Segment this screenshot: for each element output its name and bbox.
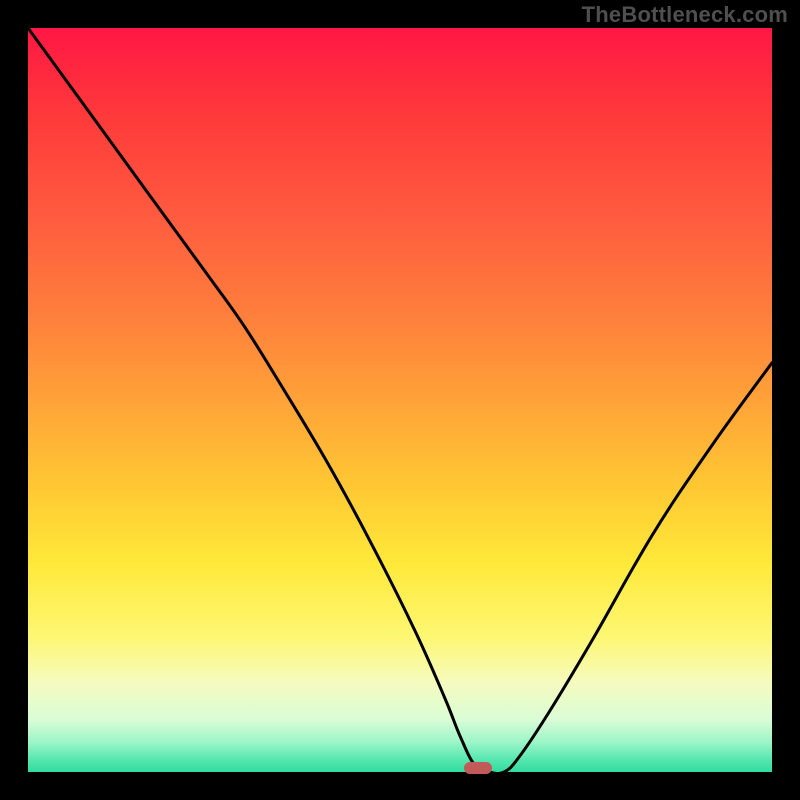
optimum-marker bbox=[464, 762, 492, 774]
chart-frame: TheBottleneck.com bbox=[0, 0, 800, 800]
bottleneck-curve bbox=[28, 28, 772, 772]
curve-layer bbox=[28, 28, 772, 772]
watermark-text: TheBottleneck.com bbox=[582, 2, 788, 28]
